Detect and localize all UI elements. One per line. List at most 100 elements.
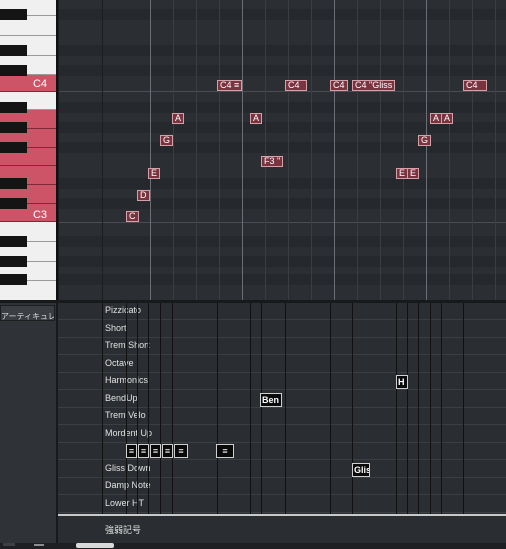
dynamics-lane-label: 強弱記号 — [105, 525, 142, 535]
midi-note-g[interactable]: G — [160, 135, 174, 146]
note-grid[interactable]: C4 ≡ C4 C4 C4 "Gliss C4 A A A A G G F3 "… — [58, 0, 506, 300]
tremolo-event-icon[interactable]: ≡ — [150, 444, 161, 458]
grid-line — [403, 0, 404, 300]
tremolo-event-icon[interactable]: ≡ — [162, 444, 173, 458]
horizontal-scrollbar[interactable] — [0, 543, 506, 549]
tremolo-event-icon[interactable]: ≡ — [174, 444, 188, 458]
piano-key-black[interactable] — [0, 122, 27, 133]
lane-grid-line — [217, 303, 218, 515]
grid-line-bar — [334, 0, 335, 300]
articulation-lanes[interactable]: Pizzicato Short Trem Short Octave Harmon… — [58, 303, 506, 549]
tremolo-icon: ≡ — [231, 80, 240, 90]
lane-grid-line — [160, 303, 161, 515]
scroll-left-control[interactable] — [3, 543, 15, 546]
midi-note-c4[interactable]: C4 — [463, 80, 487, 91]
articulation-event-harmonics[interactable]: H — [396, 375, 408, 389]
lane-label: Short — [105, 323, 127, 333]
piano-key-black[interactable] — [0, 178, 27, 189]
midi-note-e[interactable]: E — [148, 168, 161, 179]
lane-grid-line — [148, 303, 149, 515]
lane-grid-line — [407, 303, 408, 515]
grid-line — [472, 0, 473, 300]
lane-label: Octave — [105, 358, 134, 368]
lane-grid-line — [261, 303, 262, 515]
midi-note-c4[interactable]: C4 — [330, 80, 348, 91]
key-label-c4: C4 — [32, 78, 47, 90]
lane-label: Trem Short — [105, 340, 150, 350]
event-label: Ben — [262, 395, 280, 405]
grid-line — [58, 0, 59, 300]
grid-line — [380, 0, 381, 300]
lane-label: Pizzicato — [105, 305, 142, 315]
grid-line — [288, 0, 289, 300]
lane-grid-line — [285, 303, 286, 515]
piano-key-black[interactable] — [0, 236, 27, 247]
articulation-event-gliss-down[interactable]: Glis — [352, 463, 370, 477]
lane-label: Lower HT — [105, 498, 145, 508]
grid-line-bar — [242, 0, 243, 300]
lane-grid-line — [352, 303, 353, 515]
piano-key-black[interactable] — [0, 142, 27, 153]
lane-grid-line — [172, 303, 173, 515]
midi-note-a[interactable]: A — [250, 113, 263, 124]
piano-key-black[interactable] — [0, 274, 27, 285]
event-label: Glis — [354, 465, 370, 475]
piano-key-black[interactable] — [0, 102, 27, 113]
tremolo-event-icon[interactable]: ≡ — [216, 444, 234, 458]
grid-line — [265, 0, 266, 300]
grid-row-black — [58, 198, 506, 209]
tremolo-event-icon[interactable]: ≡ — [138, 444, 149, 458]
piano-key-c4[interactable] — [0, 75, 56, 92]
articulation-lane-dropdown[interactable]: アーティキュレーション — [0, 305, 55, 321]
grid-row-black — [58, 142, 506, 153]
lane-label: Gliss Down — [105, 463, 151, 473]
grid-line — [311, 0, 312, 300]
lane-label: Mordent Up — [105, 428, 153, 438]
lane-label: Damp Note — [105, 480, 151, 490]
grid-line — [495, 0, 496, 300]
grid-line — [357, 0, 358, 300]
grid-line-bar — [150, 0, 151, 300]
grid-row-black — [58, 65, 506, 76]
midi-note-c4-gliss[interactable]: C4 "Gliss — [352, 80, 396, 91]
key-label-c3: C3 — [32, 209, 47, 221]
midi-note-a[interactable]: A — [441, 113, 454, 124]
midi-note-c4[interactable]: C4 ≡ — [217, 80, 243, 91]
piano-key-black[interactable] — [0, 9, 27, 20]
midi-note-e[interactable]: E — [407, 168, 420, 179]
midi-note-c[interactable]: C — [126, 211, 139, 222]
piano-key-black[interactable] — [0, 198, 27, 209]
tremolo-event-icon[interactable]: ≡ — [126, 444, 137, 458]
articulation-event-bendup[interactable]: Ben — [260, 393, 282, 407]
midi-note-g[interactable]: G — [418, 135, 432, 146]
piano-keyboard[interactable]: C4 C3 — [0, 0, 56, 300]
lane-grid-line — [396, 303, 397, 515]
lane-grid-line — [441, 303, 442, 515]
midi-note-a[interactable]: A — [172, 113, 185, 124]
grid-line — [219, 0, 220, 300]
lane-grid-line — [430, 303, 431, 515]
grid-row-black — [58, 102, 506, 113]
grid-row-black — [58, 178, 506, 189]
midi-note-f3[interactable]: F3 " — [261, 156, 284, 167]
grid-line — [449, 0, 450, 300]
event-label: H — [398, 377, 405, 387]
scrollbar-thumb[interactable] — [76, 543, 114, 548]
piano-key-black[interactable] — [0, 256, 27, 267]
piano-key-black[interactable] — [0, 65, 27, 76]
piano-key-black[interactable] — [0, 45, 27, 56]
grid-row-black — [58, 274, 506, 285]
grid-row-black — [58, 45, 506, 56]
midi-note-d[interactable]: D — [137, 190, 150, 201]
lane-grid-line — [330, 303, 331, 515]
lane-header-panel: アーティキュレーション — [0, 303, 56, 549]
midi-note-c4[interactable]: C4 — [285, 80, 307, 91]
octave-line-c4 — [58, 91, 506, 92]
lane-grid-line — [250, 303, 251, 515]
grid-row-black — [58, 9, 506, 20]
grid-line — [102, 0, 103, 300]
lane-grid-line — [126, 303, 127, 515]
dropdown-arrow-icon[interactable] — [34, 544, 44, 546]
lane-grid-line — [137, 303, 138, 515]
lane-label: BendUp — [105, 393, 138, 403]
